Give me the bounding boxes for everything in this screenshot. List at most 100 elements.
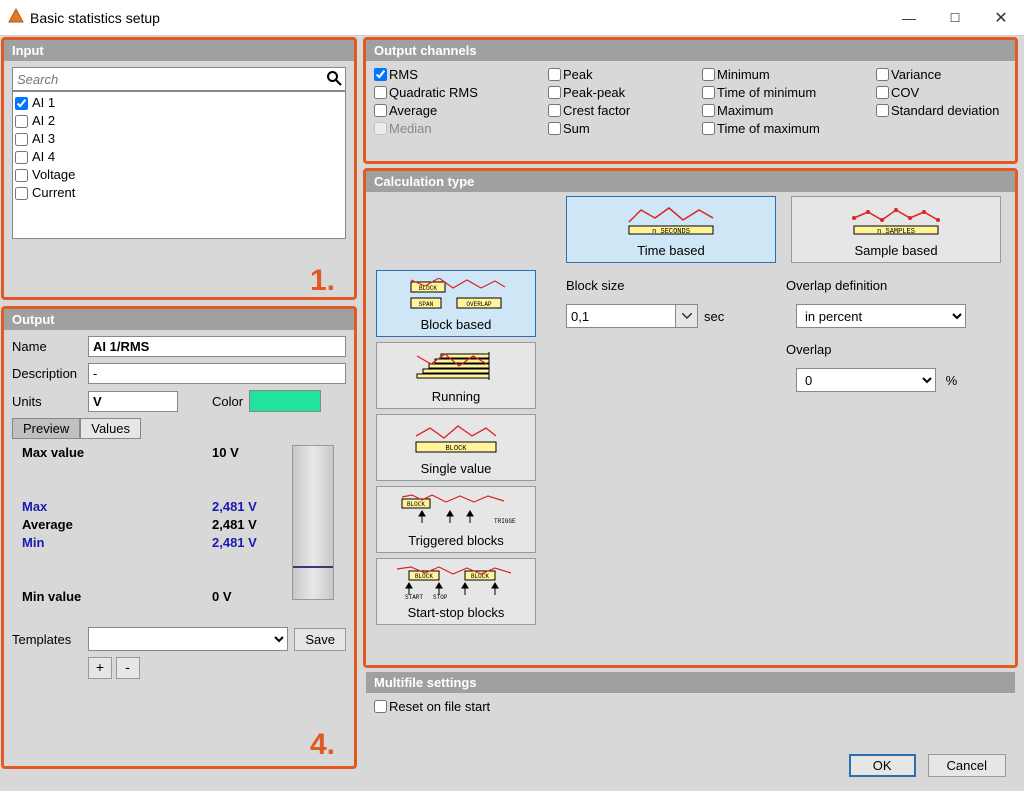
output-channel-checkbox[interactable] [548,122,561,135]
output-channel-checkbox[interactable] [702,86,715,99]
app-icon [8,8,24,27]
output-channel-checkbox[interactable] [374,86,387,99]
tile-time-based[interactable]: n SECONDS Time based [566,196,776,263]
channel-checkbox[interactable] [15,97,28,110]
output-channel-checkbox[interactable] [876,104,889,117]
output-channel-item[interactable]: Sum [548,121,698,136]
minimize-button[interactable]: — [886,0,932,36]
channel-checkbox[interactable] [15,151,28,164]
reset-on-file-start[interactable]: Reset on file start [374,699,1007,714]
output-channel-checkbox[interactable] [702,104,715,117]
output-channel-checkbox[interactable] [374,104,387,117]
svg-text:BLOCK: BLOCK [445,445,467,453]
svg-text:SPAN: SPAN [419,301,434,308]
templates-select[interactable] [88,627,288,651]
search-wrap [12,67,346,91]
output-channel-checkbox[interactable] [702,68,715,81]
output-channel-item[interactable]: Quadratic RMS [374,85,544,100]
units-input[interactable] [88,391,178,412]
desc-label: Description [12,366,82,381]
save-template-button[interactable]: Save [294,628,346,651]
channel-label: AI 3 [32,130,55,148]
channel-item[interactable]: AI 3 [15,130,343,148]
output-channel-label: Sum [563,121,590,136]
tile-start-stop[interactable]: BLOCK BLOCK START STOP Start-stop blocks [376,558,536,625]
output-channel-checkbox[interactable] [876,68,889,81]
maximize-button[interactable]: ☐ [932,0,978,36]
annot-4: 4. [310,728,335,762]
output-channel-item[interactable]: Minimum [702,67,872,82]
max-reading: 2,481 V [212,499,257,514]
tab-values[interactable]: Values [80,418,141,439]
output-channel-item[interactable]: Time of maximum [702,121,872,136]
output-channel-checkbox[interactable] [876,86,889,99]
multifile-group: Multifile settings Reset on file start [366,672,1015,720]
tile-sample-based[interactable]: n SAMPLES Sample based [791,196,1001,263]
channel-checkbox[interactable] [15,133,28,146]
output-channel-checkbox[interactable] [702,122,715,135]
templates-label: Templates [12,632,82,647]
min-value-label: Min value [22,589,81,604]
svg-text:BLOCK: BLOCK [415,573,433,580]
output-channel-item[interactable]: Peak-peak [548,85,698,100]
tab-preview[interactable]: Preview [12,418,80,439]
tile-triggered-blocks[interactable]: BLOCK TRIGGERS Triggered blocks [376,486,536,553]
svg-text:BLOCK: BLOCK [419,285,437,292]
output-channel-label: Variance [891,67,941,82]
calc-type-group: Calculation type n SECONDS Time based n … [366,171,1015,665]
output-channel-checkbox[interactable] [548,68,561,81]
name-input[interactable] [88,336,346,357]
block-size-input[interactable] [566,304,676,328]
output-channel-label: Time of maximum [717,121,820,136]
overlap-select[interactable]: 0 [796,368,936,392]
search-input[interactable] [12,67,346,91]
tile-single-value[interactable]: BLOCK Single value [376,414,536,481]
output-channel-checkbox[interactable] [374,68,387,81]
output-channel-item[interactable]: COV [876,85,1024,100]
output-channel-checkbox[interactable] [548,104,561,117]
channel-checkbox[interactable] [15,169,28,182]
output-channel-label: COV [891,85,919,100]
calc-type-title: Calculation type [366,171,1015,192]
svg-text:STOP: STOP [433,594,448,601]
tile-block-based[interactable]: BLOCK SPAN OVERLAP Block based [376,270,536,337]
cancel-button[interactable]: Cancel [928,754,1006,777]
desc-input[interactable] [88,363,346,384]
overlap-def-select[interactable]: in percent [796,304,966,328]
output-channel-label: Crest factor [563,103,630,118]
channel-item[interactable]: Current [15,184,343,202]
tile-running[interactable]: Running [376,342,536,409]
avg-label: Average [22,517,73,532]
channel-item[interactable]: Voltage [15,166,343,184]
output-channel-label: Standard deviation [891,103,999,118]
output-channel-label: Minimum [717,67,770,82]
channel-checkbox[interactable] [15,187,28,200]
output-channel-item[interactable]: RMS [374,67,544,82]
output-channel-item[interactable]: Peak [548,67,698,82]
channel-item[interactable]: AI 4 [15,148,343,166]
output-channel-item[interactable]: Time of minimum [702,85,872,100]
preview-gauge [292,445,334,600]
search-icon[interactable] [326,70,342,89]
block-size-dropdown[interactable] [676,304,698,328]
output-channel-item[interactable]: Standard deviation [876,103,1024,118]
output-channel-item[interactable]: Variance [876,67,1024,82]
ok-button[interactable]: OK [849,754,916,777]
block-size-label: Block size [566,278,625,293]
channel-list[interactable]: AI 1AI 2AI 3AI 4VoltageCurrent [12,91,346,239]
output-channel-checkbox[interactable] [548,86,561,99]
channel-item[interactable]: AI 2 [15,112,343,130]
output-channel-item[interactable]: Maximum [702,103,872,118]
template-remove-button[interactable]: - [116,657,140,679]
color-swatch[interactable] [249,390,321,412]
output-channel-label: Maximum [717,103,773,118]
channel-label: AI 1 [32,94,55,112]
channel-item[interactable]: AI 1 [15,94,343,112]
template-add-button[interactable]: + [88,657,112,679]
output-channel-item[interactable]: Average [374,103,544,118]
output-channel-item[interactable]: Crest factor [548,103,698,118]
output-channels-group: Output channels RMSPeakMinimumVarianceQu… [366,40,1015,142]
channel-checkbox[interactable] [15,115,28,128]
svg-text:TRIGGERS: TRIGGERS [494,518,516,525]
close-button[interactable]: ✕ [978,0,1024,36]
